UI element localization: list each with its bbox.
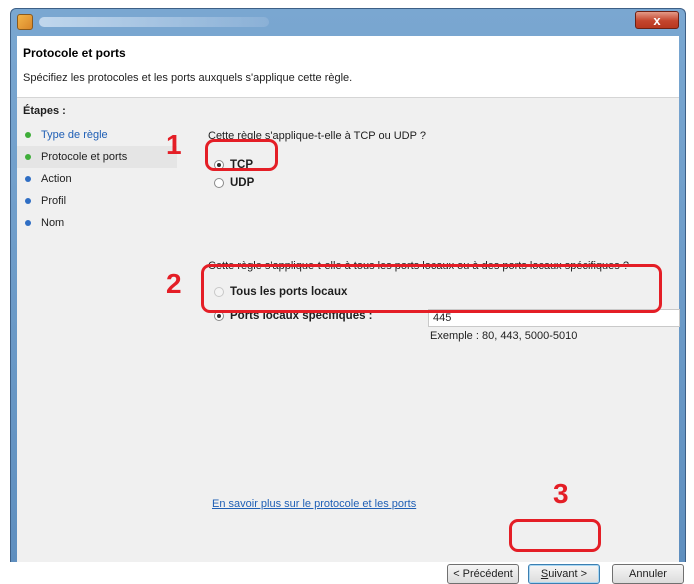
title-bar[interactable]: x: [11, 9, 685, 35]
steps-heading: Étapes :: [23, 105, 66, 117]
step-action: Action: [17, 168, 177, 190]
ports-example-hint: Exemple : 80, 443, 5000-5010: [430, 330, 578, 342]
steps-list: Type de règle Protocole et ports Action …: [17, 124, 177, 234]
step-pending-icon: [25, 198, 31, 204]
step-name: Nom: [17, 212, 177, 234]
previous-button[interactable]: < Précédent: [447, 564, 519, 584]
wizard-content: Cette règle s'applique-t-elle à TCP ou U…: [189, 124, 684, 584]
page-title: Protocole et ports: [23, 46, 126, 60]
step-done-icon: [25, 132, 31, 138]
blurred-window-title: [39, 17, 269, 27]
step-rule-type[interactable]: Type de règle: [17, 124, 177, 146]
next-button[interactable]: Suivant >: [528, 564, 600, 584]
step-pending-icon: [25, 220, 31, 226]
annotation-box-ports: [201, 264, 662, 313]
step-profile: Profil: [17, 190, 177, 212]
step-current-icon: [25, 154, 31, 160]
annotation-number-3: 3: [553, 478, 569, 509]
firewall-app-icon: [17, 14, 33, 30]
learn-more-link[interactable]: En savoir plus sur le protocole et les p…: [212, 498, 416, 510]
next-label: uivant >: [548, 568, 588, 580]
page-subtitle: Spécifiez les protocoles et les ports au…: [23, 72, 353, 84]
step-label: Type de règle: [41, 129, 108, 141]
annotation-number-1: 1: [166, 129, 182, 160]
annotation-number-2: 2: [166, 268, 182, 299]
step-label: Nom: [41, 217, 65, 229]
wizard-header: Protocole et ports Spécifiez les protoco…: [17, 36, 679, 98]
udp-radio[interactable]: [214, 178, 224, 188]
step-protocol-ports[interactable]: Protocole et ports: [17, 146, 177, 168]
close-button[interactable]: x: [635, 11, 679, 29]
step-label: Action: [41, 173, 72, 185]
cancel-button[interactable]: Annuler: [612, 564, 684, 584]
step-label: Protocole et ports: [41, 151, 128, 163]
step-pending-icon: [25, 176, 31, 182]
annotation-box-tcp: [205, 139, 278, 171]
step-label: Profil: [41, 195, 67, 207]
udp-label: UDP: [230, 177, 255, 189]
next-mnemonic: S: [540, 568, 549, 580]
annotation-box-next: [509, 519, 601, 552]
